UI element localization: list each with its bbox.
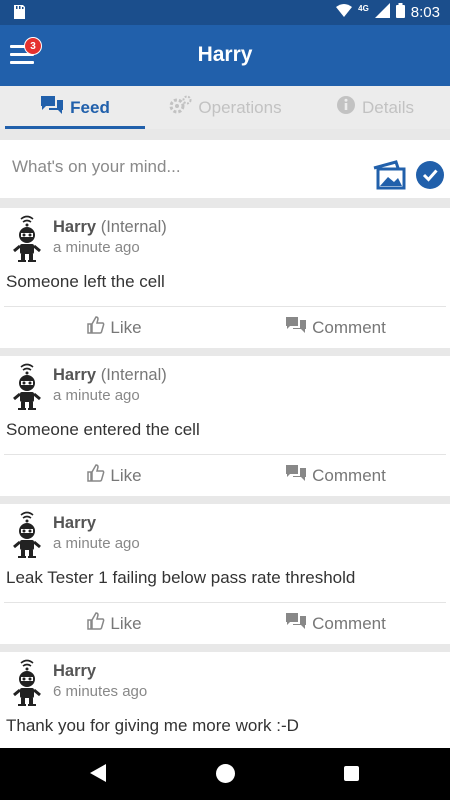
robot-avatar-icon <box>8 657 46 707</box>
composer-placeholder[interactable]: What's on your mind... <box>12 157 181 177</box>
comment-icon <box>285 612 307 635</box>
post-composer[interactable]: What's on your mind... <box>0 140 450 198</box>
post-text: Someone left the cell <box>6 272 165 291</box>
post-author[interactable]: Harry <box>53 662 96 680</box>
feed-post: Harry 6 minutes ago Thank you for giving… <box>0 652 450 752</box>
page-title: Harry <box>197 43 253 66</box>
feed-post: Harry (Internal) a minute ago Someone le… <box>0 208 450 348</box>
like-button[interactable]: Like <box>4 603 225 644</box>
post-timestamp: a minute ago <box>53 239 140 256</box>
feed-post: Harry a minute ago Leak Tester 1 failing… <box>0 504 450 644</box>
post-author-role: (Internal) <box>100 366 167 384</box>
robot-avatar-icon <box>8 213 46 263</box>
post-text: Someone entered the cell <box>6 420 200 439</box>
thumbs-up-icon <box>87 316 105 339</box>
feed-list: Harry (Internal) a minute ago Someone le… <box>0 208 450 760</box>
tab-bar: Feed Operations Details <box>0 86 450 129</box>
thumbs-up-icon <box>87 612 105 635</box>
robot-avatar-icon <box>8 361 46 411</box>
like-label: Like <box>110 613 142 633</box>
comment-button[interactable]: Comment <box>225 307 446 348</box>
like-label: Like <box>110 465 142 485</box>
comment-label: Comment <box>312 317 386 337</box>
like-label: Like <box>110 317 142 337</box>
network-type: 4G <box>358 4 369 13</box>
post-timestamp: a minute ago <box>53 535 140 552</box>
back-icon[interactable] <box>89 763 107 788</box>
tab-details[interactable]: Details <box>300 86 450 129</box>
thumbs-up-icon <box>87 464 105 487</box>
comment-label: Comment <box>312 613 386 633</box>
battery-icon <box>395 3 405 22</box>
system-nav-bar <box>0 748 450 800</box>
tab-operations-label: Operations <box>198 97 282 117</box>
feed-post: Harry (Internal) a minute ago Someone en… <box>0 356 450 496</box>
tab-details-label: Details <box>362 97 414 117</box>
wifi-icon <box>336 3 353 22</box>
post-timestamp: 6 minutes ago <box>53 683 148 700</box>
chat-icon <box>40 95 64 120</box>
like-button[interactable]: Like <box>4 455 225 496</box>
post-author[interactable]: Harry <box>53 366 96 384</box>
signal-icon <box>374 3 390 22</box>
info-icon <box>336 95 356 120</box>
gears-icon <box>168 95 192 120</box>
like-button[interactable]: Like <box>4 307 225 348</box>
robot-avatar-icon <box>8 509 46 559</box>
comment-icon <box>285 464 307 487</box>
post-author-role: (Internal) <box>100 218 167 236</box>
app-bar: 3 Harry <box>0 25 450 86</box>
comment-button[interactable]: Comment <box>225 455 446 496</box>
recent-apps-icon[interactable] <box>344 766 359 781</box>
comment-button[interactable]: Comment <box>225 603 446 644</box>
photo-icon[interactable] <box>372 160 406 195</box>
post-timestamp: a minute ago <box>53 387 140 404</box>
post-author[interactable]: Harry <box>53 218 96 236</box>
post-text: Leak Tester 1 failing below pass rate th… <box>6 568 356 587</box>
tab-operations[interactable]: Operations <box>150 86 300 129</box>
comment-icon <box>285 316 307 339</box>
home-icon[interactable] <box>216 764 235 783</box>
sd-card-icon <box>12 4 26 25</box>
comment-label: Comment <box>312 465 386 485</box>
submit-check-button[interactable] <box>416 161 444 189</box>
clock: 8:03 <box>410 4 440 21</box>
tab-feed[interactable]: Feed <box>0 86 150 129</box>
tab-feed-label: Feed <box>70 97 110 117</box>
post-author[interactable]: Harry <box>53 514 96 532</box>
status-bar: 4G 8:03 <box>0 0 450 25</box>
post-text: Thank you for giving me more work :-D <box>6 716 299 735</box>
